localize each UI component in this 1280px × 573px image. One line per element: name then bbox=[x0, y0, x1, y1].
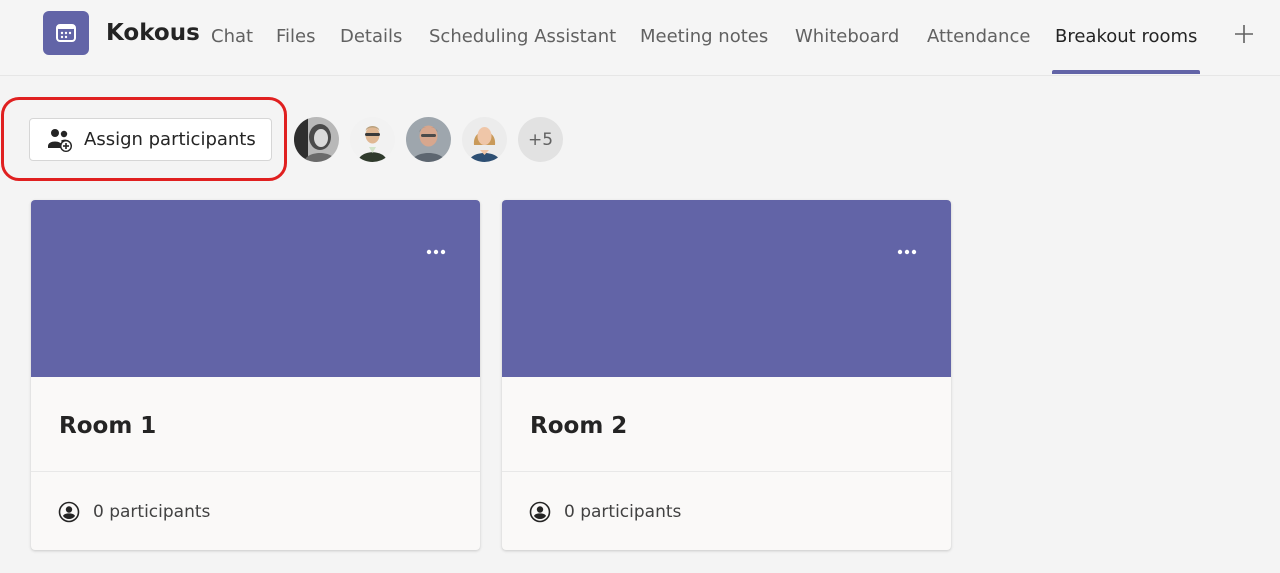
more-participants-badge[interactable]: +5 bbox=[518, 117, 563, 162]
participant-count: 0 participants bbox=[93, 502, 211, 522]
tab-meeting-notes[interactable]: Meeting notes bbox=[640, 26, 768, 47]
plus-icon[interactable] bbox=[1232, 22, 1256, 46]
tab-breakout-rooms[interactable]: Breakout rooms bbox=[1055, 26, 1197, 47]
meeting-title: Kokous bbox=[106, 20, 200, 46]
tab-scheduling-assistant[interactable]: Scheduling Assistant bbox=[429, 26, 616, 47]
room-card-banner bbox=[31, 200, 480, 377]
tab-files[interactable]: Files bbox=[276, 26, 316, 47]
room-participants: 0 participants bbox=[529, 501, 681, 523]
tab-details[interactable]: Details bbox=[340, 26, 402, 47]
more-options-icon[interactable] bbox=[895, 242, 919, 262]
calendar-icon bbox=[43, 11, 89, 55]
person-icon bbox=[529, 501, 551, 523]
tab-chat[interactable]: Chat bbox=[211, 26, 253, 47]
room-participants: 0 participants bbox=[58, 501, 210, 523]
person-icon bbox=[58, 501, 80, 523]
active-tab-indicator bbox=[1052, 70, 1200, 74]
more-options-icon[interactable] bbox=[424, 242, 448, 262]
card-divider bbox=[31, 471, 480, 472]
room-name: Room 2 bbox=[530, 413, 628, 439]
header-bar: Kokous Chat Files Details Scheduling Ass… bbox=[0, 0, 1280, 76]
participant-avatar[interactable] bbox=[350, 117, 395, 162]
people-add-icon bbox=[47, 127, 73, 153]
tab-attendance[interactable]: Attendance bbox=[927, 26, 1030, 47]
room-card[interactable]: Room 1 0 participants bbox=[31, 200, 480, 550]
assign-participants-button[interactable]: Assign participants bbox=[29, 118, 272, 161]
participant-count: 0 participants bbox=[564, 502, 682, 522]
assign-participants-label: Assign participants bbox=[84, 129, 256, 150]
tab-whiteboard[interactable]: Whiteboard bbox=[795, 26, 899, 47]
card-divider bbox=[502, 471, 951, 472]
room-card-banner bbox=[502, 200, 951, 377]
participant-avatar[interactable] bbox=[294, 117, 339, 162]
participant-avatar[interactable] bbox=[406, 117, 451, 162]
participant-avatar[interactable] bbox=[462, 117, 507, 162]
room-card[interactable]: Room 2 0 participants bbox=[502, 200, 951, 550]
room-name: Room 1 bbox=[59, 413, 157, 439]
